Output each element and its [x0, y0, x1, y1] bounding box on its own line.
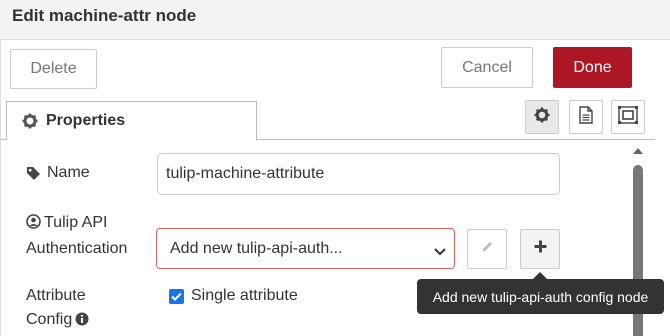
single-attribute-label: Single attribute [191, 287, 298, 304]
single-attribute-checkbox[interactable] [169, 289, 184, 304]
checkmark-icon [171, 288, 182, 306]
name-label-text: Name [47, 164, 90, 181]
add-config-tooltip: Add new tulip-api-auth config node [417, 279, 664, 314]
chevron-down-icon [434, 243, 446, 261]
cancel-button[interactable]: Cancel [441, 47, 533, 88]
description-icon [579, 105, 593, 129]
auth-label-line2: Authentication [26, 240, 128, 257]
attribute-config-label-line1: Attribute [26, 287, 86, 304]
dialog-title: Edit machine-attr node [12, 6, 197, 25]
gear-icon [22, 113, 40, 129]
name-input[interactable] [157, 153, 560, 195]
attribute-config-label-line2: Config [26, 311, 73, 328]
settings-tab-button[interactable] [525, 100, 559, 134]
pencil-icon [481, 240, 494, 258]
attribute-config-label: Attribute Config [26, 284, 156, 334]
appearance-tab-button[interactable] [611, 100, 645, 134]
tag-icon [26, 166, 42, 181]
done-button[interactable]: Done [553, 47, 632, 88]
tab-properties[interactable]: Properties [6, 101, 257, 141]
info-circle-icon [75, 310, 89, 334]
settings-icon [534, 107, 550, 128]
auth-label: Tulip API Authentication [26, 211, 156, 261]
plus-icon [534, 240, 547, 258]
tab-properties-label: Properties [46, 112, 126, 129]
appearance-icon [618, 105, 638, 129]
tooltip-arrow [533, 272, 547, 279]
action-bar: Delete Cancel Done [0, 40, 670, 98]
dialog-header: Edit machine-attr node [0, 0, 670, 40]
auth-label-line1: Tulip API [44, 214, 108, 231]
user-circle-icon [26, 213, 41, 237]
auth-select[interactable]: Add new tulip-api-auth... [156, 228, 455, 269]
description-tab-button[interactable] [569, 100, 603, 134]
scroll-up-arrow-icon[interactable] [633, 148, 643, 154]
edit-config-button[interactable] [467, 229, 507, 269]
add-config-button[interactable] [520, 229, 560, 269]
delete-button[interactable]: Delete [10, 49, 97, 89]
tab-bar: Properties [0, 98, 655, 141]
name-label: Name [26, 161, 90, 185]
auth-select-value: Add new tulip-api-auth... [170, 239, 343, 257]
